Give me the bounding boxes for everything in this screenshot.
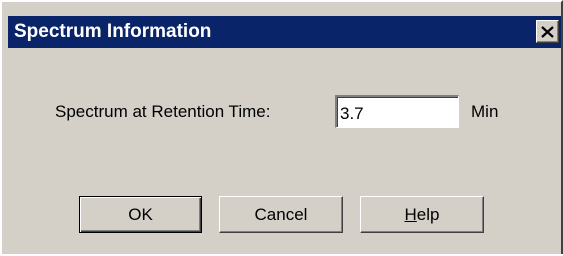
unit-label: Min <box>471 102 499 121</box>
dialog-title: Spectrum Information <box>14 21 212 42</box>
ok-button-label: OK <box>128 204 153 224</box>
close-icon <box>541 25 554 38</box>
retention-time-label: Spectrum at Retention Time: <box>55 102 271 121</box>
spectrum-information-dialog: Spectrum Information Spectrum at Retenti… <box>0 0 563 254</box>
cancel-button[interactable]: Cancel <box>219 196 343 233</box>
title-bar[interactable]: Spectrum Information <box>8 16 561 48</box>
help-mnemonic: H <box>404 204 417 224</box>
help-button[interactable]: Help <box>360 196 484 233</box>
retention-time-input[interactable] <box>335 95 459 128</box>
dialog-body: Spectrum at Retention Time: Min OK Cance… <box>8 48 561 256</box>
cancel-button-label: Cancel <box>254 204 308 224</box>
help-button-label: Help <box>405 205 440 225</box>
ok-button[interactable]: OK <box>79 196 202 233</box>
close-button[interactable] <box>536 20 559 43</box>
help-label-rest: elp <box>416 204 440 224</box>
